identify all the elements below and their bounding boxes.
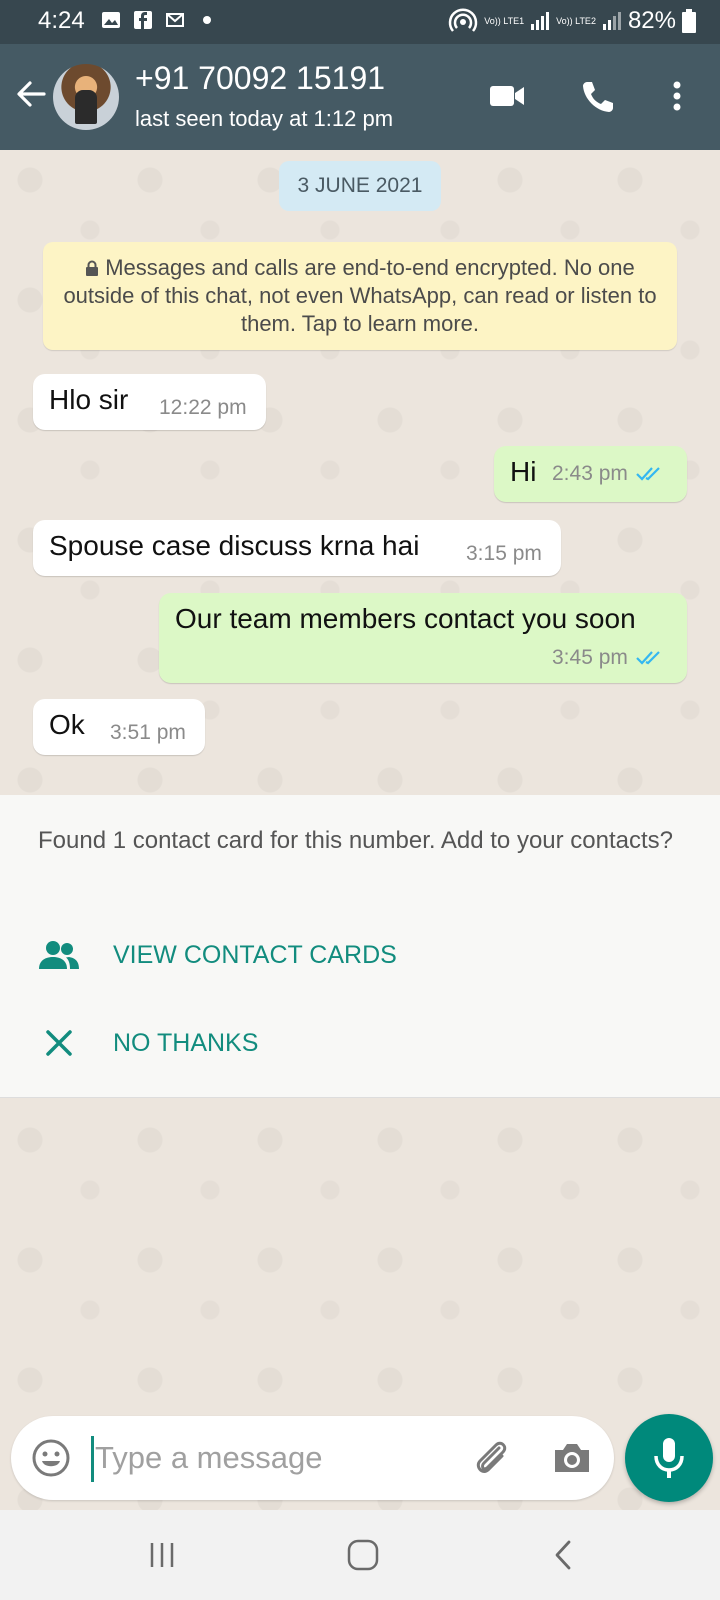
message-text: Our team members contact you soon — [175, 603, 636, 634]
status-bar: 4:24 Vo)) LTE1 Vo)) LTE2 82% — [0, 0, 720, 44]
message-time: 3:45 pm — [552, 646, 628, 669]
text-cursor — [91, 1436, 94, 1482]
signal-icon — [531, 12, 550, 30]
message-bubble-incoming[interactable]: Spouse case discuss krna hai 3:15 pm — [33, 520, 561, 576]
dot-icon — [203, 16, 211, 24]
view-contact-cards-button[interactable]: VIEW CONTACT CARDS — [38, 935, 678, 975]
contact-name[interactable]: +91 70092 15191 — [135, 60, 385, 97]
encryption-text: Messages and calls are end-to-end encryp… — [63, 255, 657, 336]
gmail-icon — [166, 13, 184, 27]
attach-icon[interactable] — [469, 1436, 513, 1480]
mic-icon — [654, 1438, 684, 1478]
message-bubble-outgoing[interactable]: Our team members contact you soon 3:45 p… — [159, 593, 687, 683]
message-bubble-incoming[interactable]: Ok 3:51 pm — [33, 699, 205, 755]
message-bubble-outgoing[interactable]: Hi 2:43 pm — [494, 446, 687, 502]
avatar[interactable] — [53, 64, 119, 130]
status-time: 4:24 — [38, 7, 85, 34]
mic-button[interactable] — [625, 1414, 713, 1502]
contacts-icon — [39, 941, 79, 969]
message-time: 3:51 pm — [110, 721, 186, 744]
message-text: Hi — [510, 456, 537, 487]
contact-card-prompt: Found 1 contact card for this number. Ad… — [0, 795, 720, 1098]
read-ticks-icon — [636, 651, 660, 665]
no-thanks-button[interactable]: NO THANKS — [38, 1023, 678, 1063]
read-ticks-icon — [636, 467, 660, 481]
home-icon[interactable] — [346, 1538, 380, 1572]
status-right: Vo)) LTE1 Vo)) LTE2 82% — [448, 7, 696, 35]
back-icon[interactable] — [548, 1538, 582, 1572]
message-bubble-incoming[interactable]: Hlo sir 12:22 pm — [33, 374, 266, 430]
notification-icons — [101, 10, 217, 30]
signal-icon — [602, 12, 621, 30]
encryption-notice[interactable]: Messages and calls are end-to-end encryp… — [43, 242, 677, 350]
battery-icon — [682, 9, 696, 33]
emoji-icon[interactable] — [31, 1438, 71, 1478]
date-chip: 3 JUNE 2021 — [279, 161, 441, 211]
sim2-label: Vo)) LTE2 — [556, 16, 596, 26]
close-icon — [46, 1030, 72, 1056]
message-text: Spouse case discuss krna hai — [49, 530, 420, 561]
message-text: Ok — [49, 709, 85, 740]
lock-icon — [86, 260, 99, 276]
video-call-icon[interactable] — [487, 76, 527, 116]
voice-call-icon[interactable] — [579, 76, 619, 116]
message-text: Hlo sir — [49, 384, 129, 415]
back-arrow-icon[interactable] — [14, 77, 48, 111]
message-time: 3:15 pm — [466, 542, 542, 565]
contact-card-info: Found 1 contact card for this number. Ad… — [38, 827, 674, 854]
camera-icon[interactable] — [551, 1438, 593, 1478]
no-thanks-label: NO THANKS — [113, 1028, 259, 1057]
message-composer: Type a message — [11, 1416, 614, 1500]
sim1-label: Vo)) LTE1 — [484, 16, 525, 26]
system-nav-bar — [0, 1510, 720, 1600]
recent-apps-icon[interactable] — [145, 1538, 179, 1572]
facebook-icon — [134, 11, 152, 29]
hotspot-icon — [448, 8, 478, 32]
battery-percent: 82% — [627, 7, 676, 34]
view-contact-cards-label: VIEW CONTACT CARDS — [113, 940, 397, 969]
more-options-icon[interactable] — [657, 76, 697, 116]
gallery-icon — [102, 12, 120, 28]
message-time: 2:43 pm — [552, 462, 628, 485]
message-time: 12:22 pm — [159, 396, 247, 419]
message-input[interactable]: Type a message — [95, 1440, 322, 1476]
last-seen-status[interactable]: last seen today at 1:12 pm — [135, 106, 393, 132]
chat-header: +91 70092 15191 last seen today at 1:12 … — [0, 44, 720, 150]
